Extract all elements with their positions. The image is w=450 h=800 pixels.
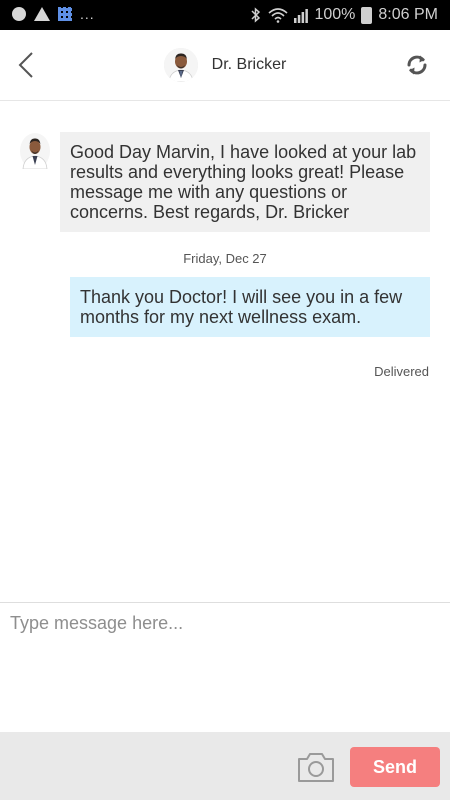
- battery-icon: [361, 6, 373, 24]
- message-list: Good Day Marvin, I have looked at your l…: [0, 101, 450, 601]
- date-divider: Friday, Dec 27: [183, 251, 267, 266]
- app-grid-icon: [58, 7, 72, 21]
- refresh-icon: [407, 55, 427, 75]
- chat-screen: ... 100% 8:06 PM Dr. Bricker Good Day Ma…: [0, 0, 450, 800]
- bluetooth-icon: [251, 7, 261, 23]
- back-button[interactable]: [14, 50, 40, 80]
- status-bar: ... 100% 8:06 PM: [0, 0, 450, 30]
- send-button[interactable]: Send: [350, 747, 440, 787]
- delivery-status: Delivered: [374, 364, 429, 379]
- more-notifications-text: ...: [80, 6, 95, 22]
- doctor-photo-icon: [163, 48, 198, 82]
- battery-percent: 100%: [314, 6, 356, 23]
- system-status: 100% 8:06 PM: [250, 6, 438, 24]
- wifi-icon: [268, 8, 289, 23]
- chat-header: Dr. Bricker: [0, 30, 450, 101]
- composer: [0, 602, 450, 733]
- incoming-message: Good Day Marvin, I have looked at your l…: [60, 132, 430, 232]
- doctor-photo-icon: [20, 133, 50, 170]
- warning-icon: [34, 7, 50, 21]
- sender-avatar: [20, 133, 50, 170]
- message-input[interactable]: [0, 603, 450, 733]
- action-bar: Send: [0, 732, 450, 800]
- clock: 8:06 PM: [378, 6, 438, 23]
- notification-icons: ...: [12, 6, 95, 22]
- contact-info: Dr. Bricker: [0, 30, 450, 100]
- avatar: [163, 48, 198, 82]
- notification-dot-icon: [12, 7, 26, 21]
- signal-icon: [294, 9, 309, 23]
- camera-icon: [298, 753, 334, 782]
- camera-button[interactable]: [296, 750, 336, 784]
- contact-name: Dr. Bricker: [211, 56, 287, 73]
- refresh-button[interactable]: [404, 52, 430, 78]
- outgoing-message: Thank you Doctor! I will see you in a fe…: [70, 277, 430, 337]
- chevron-left-icon: [18, 52, 33, 78]
